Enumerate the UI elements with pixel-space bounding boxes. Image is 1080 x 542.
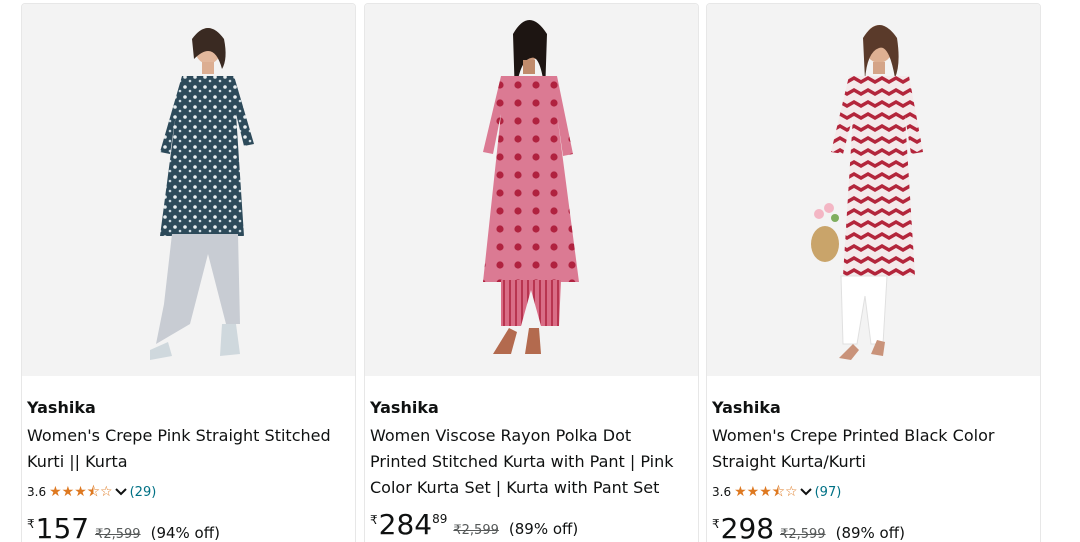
product-card[interactable]: Yashika Women's Crepe Pink Straight Stit…	[21, 3, 356, 542]
review-count-link[interactable]: (97)	[815, 485, 842, 500]
review-count-link[interactable]: (29)	[130, 485, 157, 500]
list-price: ₹2,599	[95, 527, 141, 542]
discount-percent: (89% off)	[508, 520, 579, 538]
price-whole: 284	[378, 508, 433, 541]
rating-value: 3.6	[712, 485, 732, 499]
product-card[interactable]: Yashika Women's Crepe Printed Black Colo…	[706, 3, 1041, 542]
rating-row: 3.6 ★ ★ ★ ⯪ ☆ (29)	[27, 481, 347, 503]
star-full-icon: ★	[61, 484, 75, 500]
product-brand: Yashika	[712, 398, 781, 417]
discount-percent: (89% off)	[835, 524, 905, 542]
price-whole: 298	[720, 512, 775, 542]
product-image[interactable]	[365, 4, 698, 376]
price-row: ₹ 298 ₹2,599 (89% off)	[712, 513, 905, 542]
price-whole: 157	[35, 512, 90, 542]
star-half-icon: ⯪	[86, 484, 101, 500]
rating-row: 3.6 ★ ★ ★ ⯪ ☆ (97)	[712, 481, 1032, 503]
star-full-icon: ★	[759, 484, 772, 500]
product-image[interactable]	[22, 4, 355, 376]
star-rating-icon[interactable]: ★ ★ ★ ⯪ ☆	[734, 485, 798, 499]
rating-value: 3.6	[27, 485, 47, 499]
price-row: ₹ 284 89 ₹2,599 (89% off)	[370, 509, 578, 541]
product-title-link[interactable]: Women's Crepe Pink Straight Stitched Kur…	[27, 423, 347, 475]
price-currency-symbol: ₹	[712, 517, 720, 531]
list-price: ₹2,599	[780, 527, 826, 542]
star-full-icon: ★	[49, 484, 62, 500]
star-full-icon: ★	[746, 484, 760, 500]
chevron-down-icon[interactable]	[799, 488, 812, 496]
discount-percent: (94% off)	[150, 524, 220, 542]
price-row: ₹ 157 ₹2,599 (94% off)	[27, 513, 220, 542]
product-image[interactable]	[707, 4, 1040, 376]
price-currency-symbol: ₹	[370, 513, 378, 527]
star-full-icon: ★	[74, 484, 87, 500]
product-brand: Yashika	[370, 398, 439, 417]
star-full-icon: ★	[734, 484, 747, 500]
star-empty-icon: ☆	[785, 484, 798, 500]
price-fraction: 89	[432, 512, 448, 526]
star-rating-icon[interactable]: ★ ★ ★ ⯪ ☆	[49, 485, 113, 499]
list-price: ₹2,599	[453, 523, 499, 538]
product-card[interactable]: Yashika Women Viscose Rayon Polka Dot Pr…	[364, 3, 699, 542]
product-brand: Yashika	[27, 398, 96, 417]
price-currency-symbol: ₹	[27, 517, 35, 531]
star-half-icon: ⯪	[771, 484, 786, 500]
product-title-link[interactable]: Women's Crepe Printed Black Color Straig…	[712, 423, 1032, 475]
chevron-down-icon[interactable]	[114, 488, 127, 496]
star-empty-icon: ☆	[100, 484, 113, 500]
product-title-link[interactable]: Women Viscose Rayon Polka Dot Printed St…	[370, 423, 690, 501]
